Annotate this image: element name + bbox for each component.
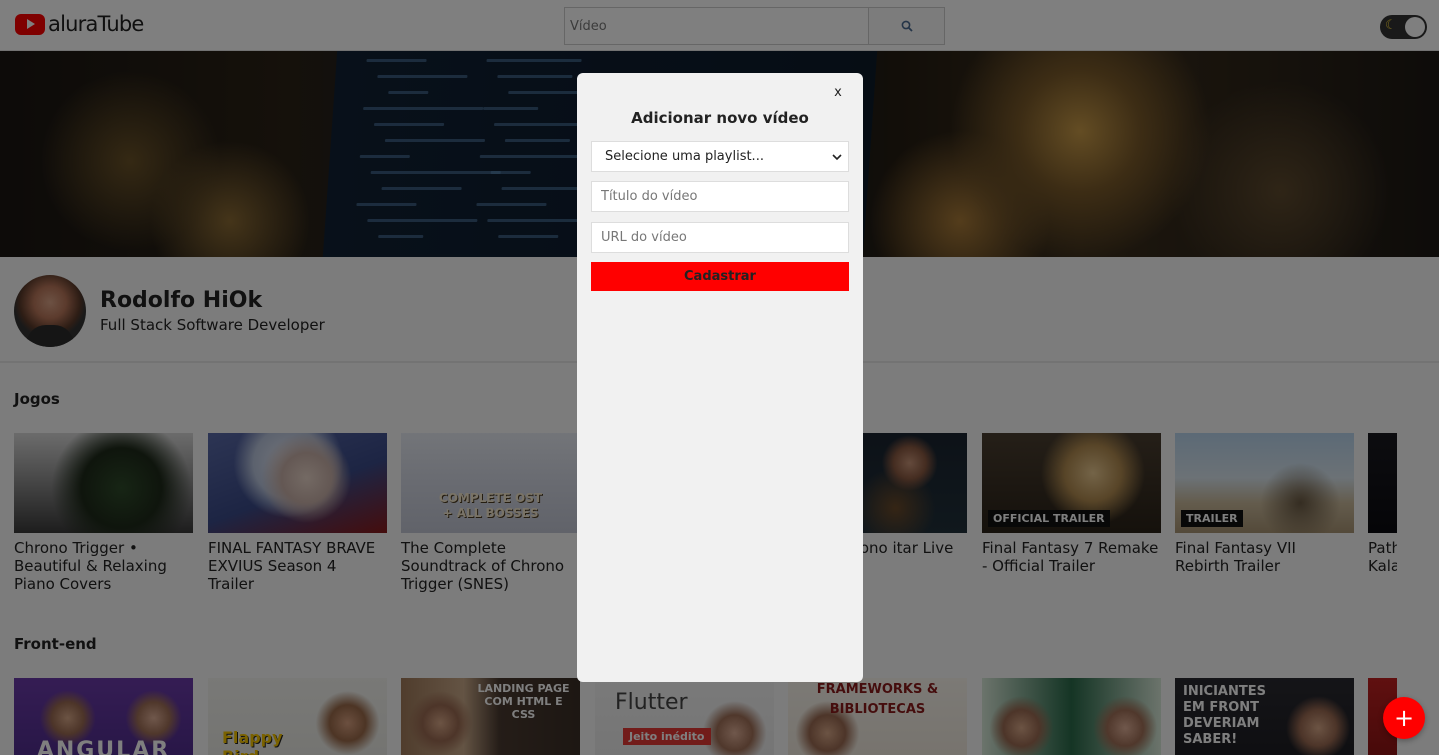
- video-url-input[interactable]: [591, 222, 849, 253]
- playlist-select-value: Selecione uma playlist...: [605, 149, 764, 164]
- playlist-select[interactable]: Selecione uma playlist...: [591, 141, 849, 172]
- add-video-button[interactable]: +: [1383, 697, 1425, 739]
- video-title-input[interactable]: [591, 181, 849, 212]
- chevron-down-icon: [832, 153, 842, 160]
- modal-title: Adicionar novo vídeo: [631, 109, 809, 127]
- close-button[interactable]: x: [831, 83, 845, 101]
- submit-button[interactable]: Cadastrar: [591, 262, 849, 291]
- add-video-modal: x Adicionar novo vídeo Selecione uma pla…: [577, 73, 863, 682]
